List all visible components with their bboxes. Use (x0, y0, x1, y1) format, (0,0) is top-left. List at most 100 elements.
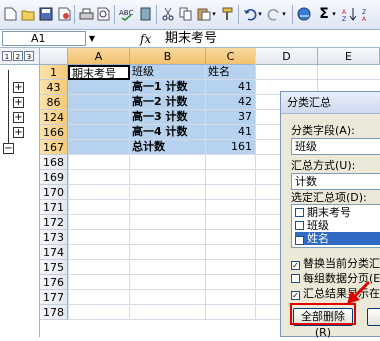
name-box-dropdown-icon[interactable]: ▼ (86, 31, 98, 46)
add-subtotal-to-list[interactable]: 期末考号 班级 ✓ 姓名 (291, 204, 380, 248)
replace-current-subtotals-option[interactable]: ✓ 替换当前分类汇 (291, 257, 380, 270)
paste-dropdown-icon[interactable]: ▾ (210, 6, 218, 22)
expand-group-button[interactable]: + (13, 82, 24, 93)
hyperlink-icon[interactable] (296, 6, 312, 22)
open-icon[interactable] (20, 6, 36, 22)
row-header[interactable]: 175 (40, 260, 68, 275)
outline-level-3-button[interactable]: 3 (24, 51, 34, 61)
outline-level-1-button[interactable]: 1 (2, 51, 12, 61)
permission-icon[interactable] (56, 6, 72, 22)
subtotal-count-cell[interactable]: 37 (206, 110, 256, 125)
save-icon[interactable] (38, 6, 54, 22)
subtotal-label-cell[interactable]: 高一1 计数 (130, 80, 206, 95)
group-by-select[interactable]: 班级 (291, 138, 380, 155)
function-select[interactable]: 计数 (291, 173, 380, 190)
checkbox-checked[interactable]: ✓ (291, 291, 300, 300)
row-header[interactable]: 169 (40, 170, 68, 185)
collapse-group-button[interactable]: − (3, 143, 14, 154)
row-header[interactable]: 177 (40, 290, 68, 305)
list-item-selected[interactable]: ✓ 姓名 (295, 232, 380, 245)
row-header[interactable]: 168 (40, 155, 68, 170)
cell-b1[interactable]: 班级 (130, 65, 206, 80)
outline-level-bar: 1 2 3 (0, 48, 40, 65)
cell[interactable] (68, 95, 130, 110)
print-icon[interactable] (78, 6, 94, 22)
grand-total-label-cell[interactable]: 总计数 (130, 140, 206, 155)
spelling-icon[interactable]: ABC (118, 6, 134, 22)
grand-total-count-cell[interactable]: 161 (206, 140, 256, 155)
insert-function-icon[interactable]: fx (140, 30, 151, 48)
row-header[interactable]: 173 (40, 230, 68, 245)
name-box[interactable]: A1 (2, 31, 86, 46)
cell[interactable] (68, 125, 130, 140)
checkbox-checked[interactable]: ✓ (295, 236, 304, 245)
svg-text:Z: Z (362, 9, 366, 16)
row-header[interactable]: 171 (40, 200, 68, 215)
list-item[interactable]: 期末考号 (295, 206, 380, 219)
checkbox[interactable] (295, 208, 304, 217)
column-header-c[interactable]: C (206, 48, 256, 65)
cell-a1[interactable]: 期末考号 (68, 65, 130, 80)
pointer-arrow-icon (347, 280, 371, 304)
row-header[interactable]: 170 (40, 185, 68, 200)
select-all-corner[interactable] (40, 48, 68, 65)
row-header[interactable]: 166 (40, 125, 68, 140)
group-by-label: 分类字段(A): (291, 124, 355, 137)
ok-button[interactable] (367, 308, 380, 326)
row-header[interactable]: 178 (40, 305, 68, 320)
row-header[interactable]: 172 (40, 215, 68, 230)
name-box-value: A1 (31, 32, 46, 45)
print-preview-icon[interactable] (96, 6, 112, 22)
subtotal-label-cell[interactable]: 高一4 计数 (130, 125, 206, 140)
subtotal-label-cell[interactable]: 高一3 计数 (130, 110, 206, 125)
column-header-e[interactable]: E (318, 48, 380, 65)
expand-group-button[interactable]: + (13, 127, 24, 138)
cell[interactable] (68, 110, 130, 125)
undo-dropdown-icon[interactable]: ▾ (256, 6, 264, 22)
subtotal-label-cell[interactable]: 高一2 计数 (130, 95, 206, 110)
outline-level-2-button[interactable]: 2 (13, 51, 23, 61)
svg-text:A: A (342, 9, 347, 16)
subtotal-count-cell[interactable]: 42 (206, 95, 256, 110)
checkbox[interactable] (295, 221, 304, 230)
row-header[interactable]: 167 (40, 140, 68, 155)
column-header-d[interactable]: D (256, 48, 318, 65)
copy-icon[interactable] (178, 6, 194, 22)
row-header[interactable]: 86 (40, 95, 68, 110)
formula-content[interactable]: 期末考号 (165, 30, 217, 48)
formula-bar: A1 ▼ fx 期末考号 (0, 30, 380, 48)
svg-text:Z: Z (342, 16, 346, 21)
subtotal-count-cell[interactable]: 41 (206, 80, 256, 95)
checkbox[interactable] (291, 274, 300, 283)
cut-icon[interactable] (160, 6, 176, 22)
outline-bracket-line (8, 70, 9, 148)
redo-dropdown-icon[interactable]: ▾ (280, 6, 288, 22)
subtotal-count-cell[interactable]: 41 (206, 125, 256, 140)
column-header-a[interactable]: A (68, 48, 130, 65)
row-header[interactable]: 176 (40, 275, 68, 290)
list-item[interactable]: 班级 (295, 219, 380, 232)
cell[interactable] (68, 80, 130, 95)
row-header[interactable]: 174 (40, 245, 68, 260)
sort-descending-icon[interactable]: ZA (362, 6, 378, 22)
svg-text:ABC: ABC (119, 9, 133, 17)
cell-c1[interactable]: 姓名 (206, 65, 256, 80)
add-subtotal-to-label: 选定汇总项(D): (291, 191, 367, 204)
format-painter-icon[interactable] (220, 6, 236, 22)
row-header[interactable]: 1 (40, 65, 68, 80)
row-header[interactable]: 124 (40, 110, 68, 125)
standard-toolbar: ABC ▾ ▾ ▾ Σ ▾ AZ ZA (0, 0, 380, 30)
expand-group-button[interactable]: + (13, 112, 24, 123)
outline-gutter: + + + + − (0, 65, 40, 337)
dialog-title: 分类汇总 (281, 92, 380, 114)
function-label: 汇总方式(U): (291, 159, 356, 172)
cell[interactable] (68, 140, 130, 155)
checkbox-checked[interactable]: ✓ (291, 261, 300, 270)
row-header[interactable]: 43 (40, 80, 68, 95)
column-header-b[interactable]: B (130, 48, 206, 65)
new-icon[interactable] (2, 6, 18, 22)
research-icon[interactable] (138, 6, 154, 22)
sort-ascending-icon[interactable]: AZ (342, 6, 358, 22)
expand-group-button[interactable]: + (13, 97, 24, 108)
autosum-dropdown-icon[interactable]: ▾ (330, 6, 338, 22)
